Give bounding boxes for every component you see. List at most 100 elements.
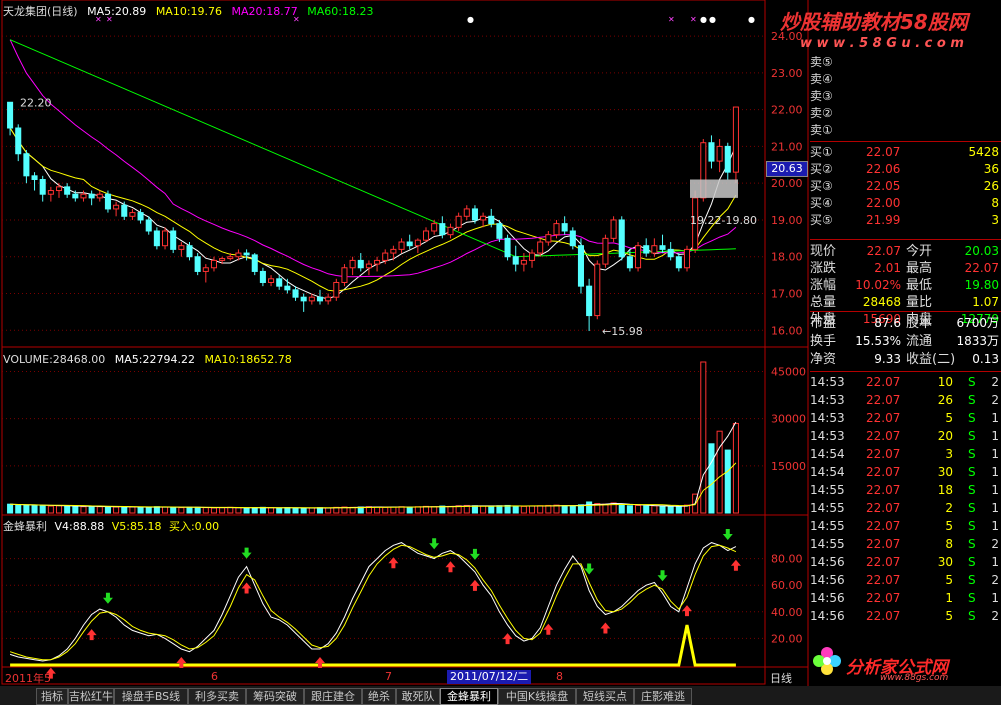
stat-row: 总量 28468 量比 1.07 [810,294,1001,311]
stat-value: 28468 [862,295,901,309]
bid-volume: 8 [991,196,999,210]
daily-label[interactable]: 日线 [770,670,792,686]
up-arrow-icon [241,582,252,594]
indicator-tick-label: 80.00 [771,553,803,566]
tick-time: 14:55 [810,483,845,497]
v5-legend: V5:85.18 [111,520,162,533]
volume-bar [586,501,593,514]
tab-indicator[interactable]: 跟庄建仓 [304,688,362,705]
tab-indicator[interactable]: 指标 [36,688,68,705]
tick-price: 22.07 [866,591,901,605]
tick-time: 14:55 [810,501,845,515]
watermark-top: 炒股辅助教材58股网 [780,10,968,34]
x-label-aug: 8 [556,670,563,683]
v4-legend: V4:88.88 [54,520,105,533]
tick-count: 1 [991,501,999,515]
stat-value: 19.80 [964,278,999,292]
tick-volume: 5 [945,411,953,425]
volume-bar [129,506,136,514]
fund-ticks-divider [810,371,1001,372]
fund-value: 15.53% [855,334,901,348]
tick-count: 2 [991,537,999,551]
tick-side: S [968,429,976,443]
candle [512,256,519,265]
ask-1-row: 卖① [810,122,1001,139]
tab-indicator[interactable]: 短线买点 [576,688,634,705]
candle [414,239,421,247]
candle [422,230,430,241]
candle [259,270,266,283]
price-tick-label: 17.00 [771,288,803,301]
volume-bar [651,505,658,514]
tick-side: S [968,483,976,497]
price-tick-label: 20.00 [771,177,803,190]
tab-indicator[interactable]: 吉松红牛 [68,688,114,705]
candle [577,245,584,287]
ask-3-row: 卖③ [810,88,1001,105]
volume-bar [414,506,421,514]
tick-side: S [968,555,976,569]
tick-volume: 10 [937,375,953,389]
candle [463,208,470,217]
price-tick-label: 21.00 [771,140,803,153]
tab-indicator[interactable]: 绝杀 [362,688,396,705]
tab-indicator[interactable]: 利多买卖 [188,688,246,705]
candle [553,223,560,236]
tick-side: S [968,609,976,623]
high-annotation: 22.20 [20,96,52,109]
down-arrow-icon [102,592,113,604]
tick-price: 22.07 [866,447,901,461]
stat-value: 1.07 [972,295,999,309]
x-label-jun: 6 [211,670,218,683]
candle [243,252,250,256]
tick-side: S [968,447,976,461]
volume-bar [732,422,739,514]
tick-row: 14:56 22.07 5 S 2 [810,608,1001,625]
candle [406,241,413,247]
volume-bar [325,507,332,514]
tab-indicator[interactable]: 筹码突破 [246,688,304,705]
volume-bar [300,507,307,514]
candle [537,241,544,254]
tab-indicator[interactable]: 金蜂暴利 [440,688,498,705]
tick-row: 14:54 22.07 3 S 1 [810,446,1001,463]
candle [471,208,478,221]
moving-average-line [9,39,737,278]
volume-bar [382,506,389,514]
down-arrow-icon [657,570,668,582]
volume-bar [235,507,242,514]
fund-value: 9.33 [874,352,901,366]
up-arrow-icon [86,629,97,641]
price-tick-label: 16.00 [771,324,803,337]
candle [202,267,209,272]
volume-bar [153,506,160,514]
tab-indicator[interactable]: 敢死队 [396,688,440,705]
tick-row: 14:55 22.07 2 S 1 [810,500,1001,517]
bid-volume: 36 [983,162,999,176]
tick-row: 14:56 22.07 1 S 1 [810,590,1001,607]
bid-row: 买⑤ 21.99 3 [810,212,1001,229]
low-annotation: ←15.98 [602,325,643,338]
tick-price: 22.07 [866,537,901,551]
tick-price: 22.07 [866,465,901,479]
tab-indicator[interactable]: 中国K线操盘 [498,688,576,705]
tick-row: 14:55 22.07 5 S 1 [810,518,1001,535]
ma5-legend: MA5:20.89 [87,5,147,18]
tick-volume: 5 [945,573,953,587]
tab-indicator[interactable]: 庄影难逃 [634,688,692,705]
tick-side: S [968,411,976,425]
candle [325,296,332,302]
tick-price: 22.07 [866,555,901,569]
buy-legend: 买入:0.00 [168,520,220,533]
candle [594,263,601,317]
candle [64,186,71,195]
stat-value: 10.02% [855,278,901,292]
tick-count: 1 [991,519,999,533]
volume-bar [178,507,185,514]
indicator-panel-header: 金蜂暴利 V4:88.88 V5:85.18 买入:0.00 [3,518,219,534]
volume-bar [7,503,14,514]
volume-bar [113,506,120,514]
bid-stats-divider [810,239,1001,240]
volume-bar [170,506,177,514]
tab-indicator[interactable]: 操盘手BS线 [114,688,188,705]
